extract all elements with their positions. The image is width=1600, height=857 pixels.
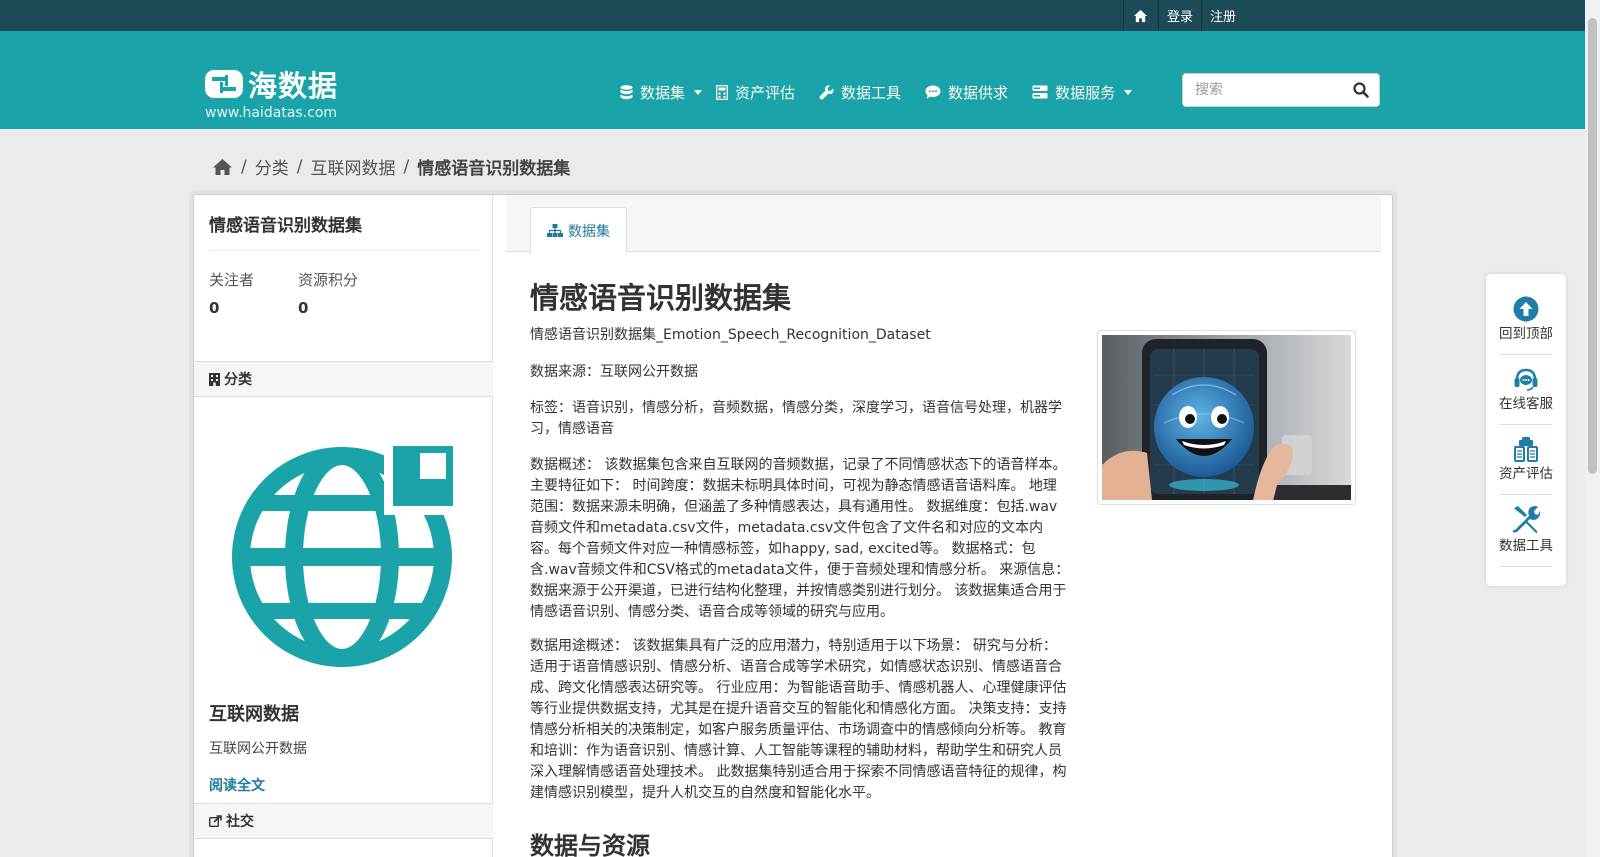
main-nav: 数据集 资产评估 数据工具 数据供求 数据服务 (620, 76, 1146, 108)
back-to-top-button[interactable]: 回到顶部 (1498, 296, 1554, 342)
online-service-button[interactable]: 在线客服 (1498, 366, 1554, 412)
search-input[interactable] (1183, 74, 1343, 106)
tab-dataset-label: 数据集 (568, 223, 610, 240)
calculator-icon (716, 84, 729, 100)
data-source: 数据来源：互联网公开数据 (530, 364, 698, 380)
nav-datasets[interactable]: 数据集 (620, 82, 703, 103)
breadcrumb: / 分类 / 互联网数据 / 情感语音识别数据集 (212, 154, 570, 179)
dataset-thumbnail[interactable] (1097, 330, 1356, 505)
divider (1500, 354, 1552, 355)
category-heading-label: 分类 (224, 372, 252, 388)
logo-icon (205, 70, 243, 98)
login-link[interactable]: 登录 (1157, 0, 1201, 31)
nav-asset-eval[interactable]: 资产评估 (716, 82, 795, 103)
nav-data-services-label: 数据服务 (1055, 83, 1116, 102)
emoji-phone-image (1102, 335, 1351, 500)
tab-bar: 数据集 (506, 195, 1381, 253)
social-heading-label: 社交 (226, 814, 254, 830)
asset-eval-button[interactable]: 资产评估 (1498, 436, 1554, 482)
dataset-subtitle: 情感语音识别数据集_Emotion_Speech_Recognition_Dat… (530, 327, 931, 343)
dataset-overview: 数据概述： 该数据集包含来自互联网的音频数据，记录了不同情感状态下的语音样本。主… (530, 457, 1070, 620)
nav-datasets-label: 数据集 (640, 83, 686, 102)
sidebar: 情感语音识别数据集 关注者 资源积分 0 0 分类 互联网数据 互联网公开数据 … (194, 195, 493, 857)
floating-tool-panel: 回到顶部 在线客服 资产评估 数据工具 (1486, 274, 1566, 586)
tab-dataset[interactable]: 数据集 (530, 207, 627, 253)
breadcrumb-separator: / (296, 156, 303, 177)
headset-icon (1514, 368, 1538, 391)
divider (1500, 494, 1552, 495)
tools-icon (1512, 506, 1541, 533)
category-heading: 分类 (194, 361, 493, 397)
dataset-tags: 标签：语音识别，情感分析，音频数据，情感分类，深度学习，语音信号处理，机器学习，… (530, 400, 1062, 437)
building-icon (209, 372, 220, 386)
search-icon[interactable] (1353, 82, 1369, 98)
divider (209, 250, 479, 251)
section-title: 数据与资源 (530, 832, 650, 857)
breadcrumb-separator: / (241, 156, 247, 177)
nav-supply-demand-label: 数据供求 (948, 83, 1009, 102)
search-box (1182, 73, 1380, 107)
asset-eval-label: 资产评估 (1499, 466, 1553, 482)
breadcrumb-separator: / (403, 156, 410, 177)
breadcrumb-parent[interactable]: 互联网数据 (310, 154, 395, 179)
points-label: 资源积分 (298, 271, 359, 289)
main-content: 数据集 情感语音识别数据集 情感语音识别数据集_Emotion_Speech_R… (494, 195, 1392, 857)
nav-asset-eval-label: 资产评估 (735, 83, 796, 102)
followers-count: 0 (209, 299, 220, 317)
online-service-label: 在线客服 (1499, 396, 1553, 412)
home-link[interactable] (1122, 0, 1158, 31)
social-heading: 社交 (194, 803, 493, 839)
sitemap-icon (547, 224, 563, 237)
breadcrumb-current[interactable]: 情感语音识别数据集 (417, 154, 570, 179)
read-more-link[interactable]: 阅读全文 (209, 775, 265, 795)
clipboard-icon (1514, 437, 1538, 462)
top-bar: 登录 注册 (0, 0, 1600, 31)
register-link[interactable]: 注册 (1200, 0, 1244, 31)
masthead: 海数据 www.haidatas.com 数据集 资产评估 数据工具 数据供求 … (0, 31, 1600, 129)
divider (1500, 424, 1552, 425)
globe-icon (232, 441, 458, 667)
share-icon (209, 815, 222, 827)
category-name: 互联网数据 (209, 704, 299, 725)
nav-supply-demand[interactable]: 数据供求 (925, 82, 1008, 103)
back-to-top-label: 回到顶部 (1499, 326, 1553, 342)
dataset-title: 情感语音识别数据集 (530, 281, 792, 315)
scrollbar-thumb[interactable] (1588, 18, 1597, 474)
home-icon (1134, 9, 1148, 22)
chat-bubble-icon (925, 85, 941, 99)
breadcrumb-category[interactable]: 分类 (255, 154, 289, 179)
top-links: 登录 注册 (1122, 0, 1244, 31)
arrow-up-circle-icon (1513, 296, 1539, 322)
caret-down-icon (1124, 89, 1133, 95)
content-wrapper: 情感语音识别数据集 关注者 资源积分 0 0 分类 互联网数据 互联网公开数据 … (193, 194, 1393, 857)
site-name: 海数据 (248, 69, 339, 103)
site-url: www.haidatas.com (205, 105, 338, 121)
category-description: 互联网公开数据 (209, 741, 307, 757)
divider (1500, 566, 1552, 567)
followers-label: 关注者 (209, 271, 255, 289)
sidebar-title: 情感语音识别数据集 (209, 216, 362, 236)
nav-data-tools[interactable]: 数据工具 (819, 82, 901, 103)
points-count: 0 (298, 299, 309, 317)
data-tools-label: 数据工具 (1499, 538, 1553, 554)
dataset-usage: 数据用途概述： 该数据集具有广泛的应用潜力，特别适用于以下场景： 研究与分析：适… (530, 638, 1067, 801)
caret-down-icon (694, 89, 703, 95)
site-logo[interactable]: 海数据 (205, 63, 338, 105)
data-tools-button[interactable]: 数据工具 (1498, 504, 1554, 554)
server-icon (1032, 85, 1048, 99)
nav-data-services[interactable]: 数据服务 (1032, 82, 1133, 103)
nav-data-tools-label: 数据工具 (841, 83, 902, 102)
wrench-icon (819, 84, 834, 100)
database-icon (620, 84, 633, 99)
home-icon[interactable] (212, 158, 233, 176)
